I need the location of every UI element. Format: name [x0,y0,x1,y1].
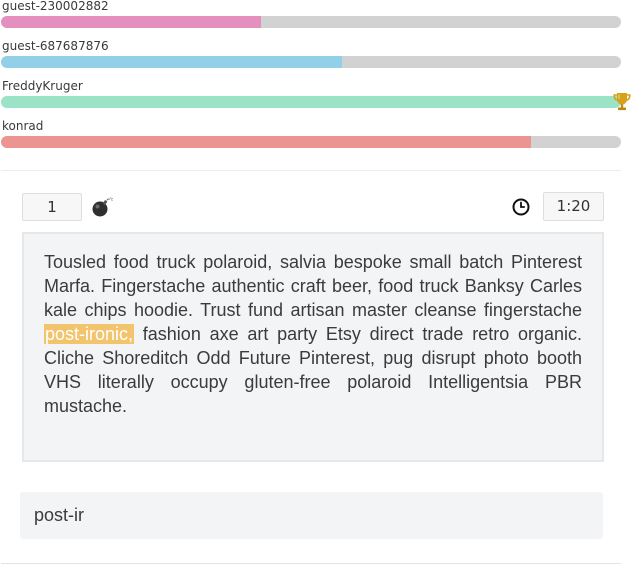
racer-name: FreddyKruger [2,79,83,93]
progress-fill [1,96,621,108]
progress-track [1,96,621,108]
progress-fill [1,56,342,68]
racer-name: konrad [2,119,44,133]
timer: 1:20 [543,192,604,221]
passage-box: Tousled food truck polaroid, salvia besp… [22,232,604,462]
racer-row: guest-230002882 [0,0,635,40]
trophy-icon [613,93,631,111]
current-word: post-ironic, [44,324,135,344]
racer-name: guest-230002882 [2,0,109,13]
progress-track [1,136,621,148]
racer-name: guest-687687876 [2,39,109,53]
bomb-icon [92,197,114,217]
progress-fill [1,16,262,28]
typing-input[interactable]: post-ir [20,492,603,539]
progress-fill [1,136,532,148]
word-counter: 1 [22,193,82,221]
progress-track [1,56,621,68]
clock-icon [512,198,530,216]
passage-text: Tousled food truck polaroid, salvia besp… [44,250,582,418]
passage-completed: Tousled food truck polaroid, salvia besp… [44,252,582,320]
racer-row: guest-687687876 [0,40,635,80]
racer-row: konrad [0,120,635,160]
progress-track [1,16,621,28]
racer-row: FreddyKruger [0,80,635,120]
